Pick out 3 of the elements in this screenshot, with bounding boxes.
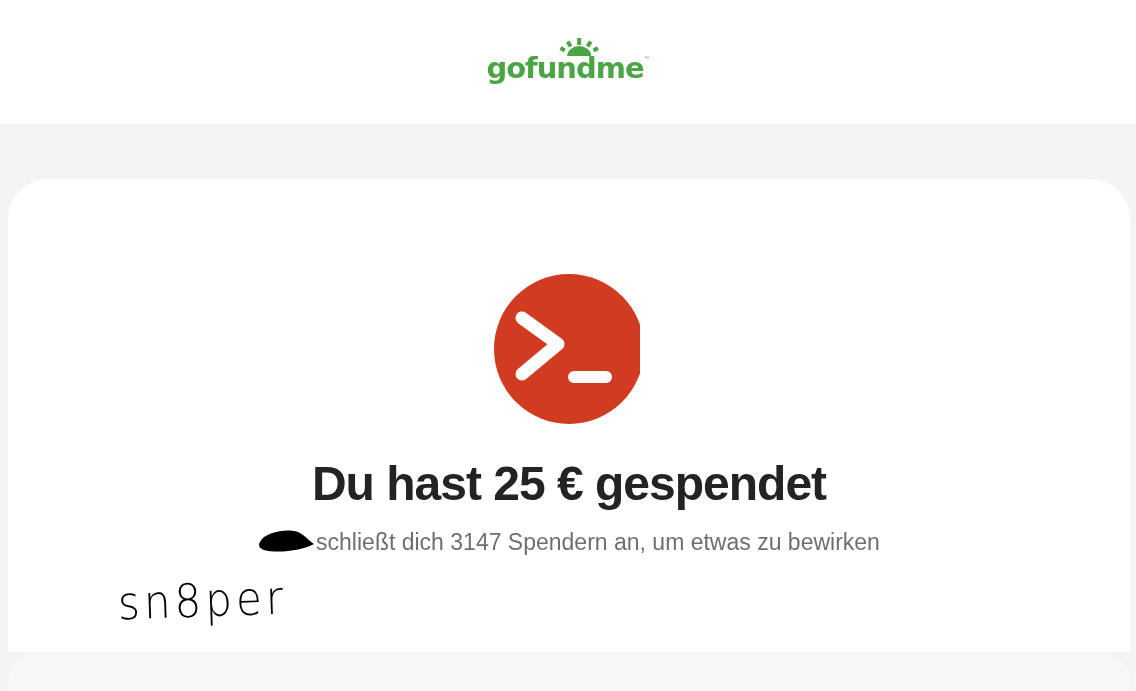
heading: Du hast 25 € gespendet (310, 458, 828, 511)
handwritten-annotation: sn8per (116, 569, 289, 633)
subtitle: schließt dich 3147 Spendern an, um etwas zu bewirken (316, 527, 880, 557)
